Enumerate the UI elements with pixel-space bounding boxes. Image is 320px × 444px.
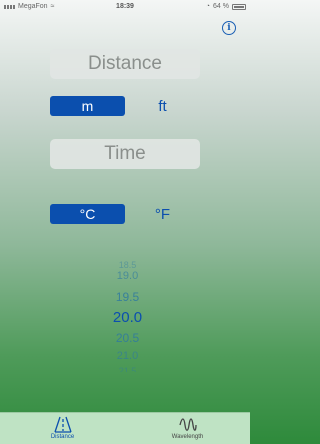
unit-meters-button[interactable]: m: [50, 96, 125, 116]
battery-percent: 64 %: [213, 3, 229, 10]
unit-feet-button[interactable]: ft: [140, 96, 185, 116]
unit-fahrenheit-button[interactable]: °F: [140, 204, 185, 224]
picker-item-selected[interactable]: 20.0: [90, 309, 165, 326]
status-right: ◔ 64 %: [206, 3, 246, 10]
alarm-icon: ◔: [205, 3, 211, 10]
distance-input[interactable]: Distance: [50, 49, 200, 79]
picker-item[interactable]: 20.5: [90, 331, 165, 345]
status-bar: MegaFon ≈ 18:39 ◔ 64 %: [0, 0, 250, 14]
picker-item[interactable]: 18.5: [90, 260, 165, 270]
tab-wavelength[interactable]: Wavelength: [125, 413, 250, 444]
tab-label: Wavelength: [171, 434, 204, 440]
tab-bar: Distance Wavelength: [0, 412, 250, 444]
tab-label: Distance: [50, 434, 75, 440]
battery-icon: [232, 3, 246, 10]
picker-item[interactable]: 21.5: [90, 366, 165, 372]
road-icon: [53, 416, 72, 433]
temperature-picker[interactable]: 18.5 19.0 19.5 20.0 20.5 21.0 21.5: [90, 258, 165, 372]
tab-distance[interactable]: Distance: [0, 413, 125, 444]
info-icon[interactable]: i: [222, 21, 236, 35]
picker-item[interactable]: 21.0: [90, 350, 165, 362]
picker-item[interactable]: 19.0: [90, 270, 165, 282]
unit-celsius-button[interactable]: °C: [50, 204, 125, 224]
picker-item[interactable]: 19.5: [90, 290, 165, 304]
time-input[interactable]: Time: [50, 139, 200, 169]
sine-wave-icon: [178, 418, 197, 431]
